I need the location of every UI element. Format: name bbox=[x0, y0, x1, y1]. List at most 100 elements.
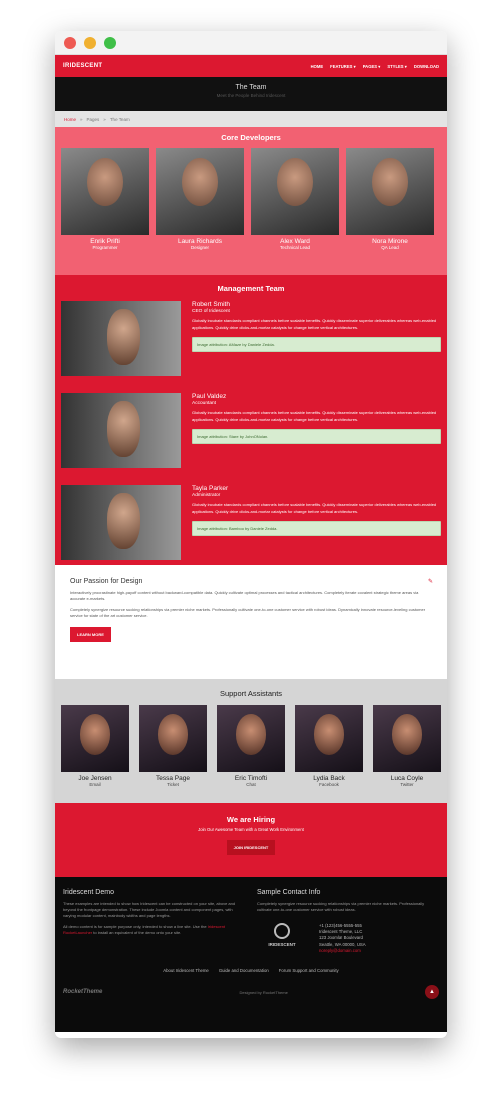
image-attribution: Image attribution: AMaze by Daniele Zedd… bbox=[192, 337, 441, 352]
section-title: Our Passion for Design bbox=[70, 578, 143, 585]
support-card: Joe Jensen Email bbox=[61, 705, 129, 787]
team-card: Enrik Prifti Programmer bbox=[61, 148, 149, 250]
image-attribution: Image attribution: Stare by JohnONolan. bbox=[192, 429, 441, 444]
menu-download[interactable]: DOWNLOAD bbox=[414, 64, 439, 69]
member-name: Nora Mirone bbox=[372, 238, 408, 245]
menu-home[interactable]: HOME bbox=[311, 64, 324, 69]
member-photo bbox=[61, 148, 149, 235]
member-role: Email bbox=[89, 782, 101, 787]
member-photo bbox=[373, 705, 441, 772]
member-name: Robert Smith bbox=[192, 301, 230, 308]
section-title: We are Hiring bbox=[226, 815, 276, 824]
footer-links: About Iridescent Theme Guide and Documen… bbox=[63, 968, 439, 973]
contact-street: 123 Joomla! Boulevard bbox=[319, 935, 363, 941]
member-name: Paul Valdez bbox=[192, 393, 227, 400]
member-description: Globally incubate standards compliant ch… bbox=[192, 410, 437, 422]
rockettheme-logo[interactable]: RocketTheme bbox=[63, 989, 102, 995]
breadcrumb-pages[interactable]: Pages bbox=[87, 117, 100, 122]
footer-heading: Sample Contact Info bbox=[257, 889, 321, 896]
footer-text: to install an equivalent of the demo ont… bbox=[93, 930, 182, 935]
close-window-button[interactable] bbox=[64, 37, 76, 49]
footer: Iridescent Demo These examples are inten… bbox=[55, 877, 447, 1032]
member-role: Twitter bbox=[400, 782, 414, 787]
footer-text: All demo content is for sample purpose o… bbox=[63, 924, 207, 929]
member-name: Joe Jensen bbox=[78, 775, 112, 782]
site-logo[interactable]: IRIDESCENT bbox=[63, 63, 102, 69]
member-role: Chat bbox=[246, 782, 256, 787]
menu-pages[interactable]: PAGES ▾ bbox=[363, 64, 381, 69]
member-photo bbox=[61, 705, 129, 772]
member-name: Luca Coyle bbox=[390, 775, 424, 782]
section-title: Core Developers bbox=[221, 133, 281, 142]
team-card: Laura Richards Designer bbox=[156, 148, 244, 250]
management-member: Robert Smith CEO of Iridescent Globally … bbox=[55, 301, 447, 376]
scroll-to-top-icon[interactable]: ▲ bbox=[424, 985, 439, 1000]
member-name: Enrik Prifti bbox=[90, 238, 120, 245]
member-name: Tayla Parker bbox=[192, 485, 229, 492]
member-photo bbox=[217, 705, 285, 772]
maximize-window-button[interactable] bbox=[104, 37, 116, 49]
management-member: Tayla Parker Administrator Globally incu… bbox=[55, 485, 447, 560]
support-section: Support Assistants Joe Jensen Email Tessa… bbox=[55, 679, 447, 803]
member-photo bbox=[61, 393, 181, 468]
member-photo bbox=[346, 148, 434, 235]
management-section: Management Team Robert Smith CEO of Irid… bbox=[55, 275, 447, 565]
core-developers-section: Core Developers Enrik Prifti Programmer L… bbox=[55, 127, 447, 275]
member-role: Facebook bbox=[319, 782, 339, 787]
member-name: Alex Ward bbox=[280, 238, 310, 245]
logo-text: IRIDESCENT bbox=[268, 942, 296, 947]
window-titlebar bbox=[55, 31, 447, 55]
main-menu: HOME FEATURES ▾ PAGES ▾ STYLES ▾ DOWNLOA… bbox=[311, 64, 439, 69]
browser-window: IRIDESCENT HOME FEATURES ▾ PAGES ▾ STYLE… bbox=[55, 31, 447, 1038]
footer-paragraph: All demo content is for sample purpose o… bbox=[63, 924, 245, 936]
member-name: Laura Richards bbox=[177, 238, 223, 245]
passion-section: Our Passion for Design ✎ Interactively p… bbox=[55, 565, 447, 679]
paragraph: Interactively procrastinate high-payoff … bbox=[70, 590, 419, 601]
footer-link[interactable]: Guide and Documentation bbox=[219, 968, 269, 973]
image-attribution: Image attribution: Bamboo by Daniele Zed… bbox=[192, 521, 441, 536]
support-card: Eric Timofti Chat bbox=[217, 705, 285, 787]
member-name: Tessa Page bbox=[156, 775, 190, 782]
learn-more-button[interactable]: LEARN MORE bbox=[70, 627, 111, 642]
menu-features[interactable]: FEATURES ▾ bbox=[330, 64, 356, 69]
contact-city: Seattle, WA 00000, USA bbox=[319, 941, 366, 947]
support-card: Lydia Back Facebook bbox=[295, 705, 363, 787]
team-card: Nora Mirone QA Lead bbox=[346, 148, 434, 250]
breadcrumb-separator: » bbox=[80, 116, 83, 122]
member-description: Globally incubate standards compliant ch… bbox=[192, 318, 437, 330]
edit-icon[interactable]: ✎ bbox=[428, 578, 433, 585]
member-photo bbox=[295, 705, 363, 772]
hiring-section: We are Hiring Join Our Awesome Team with… bbox=[55, 803, 447, 877]
member-role: Accountant bbox=[192, 401, 217, 406]
member-photo bbox=[61, 301, 181, 376]
minimize-window-button[interactable] bbox=[84, 37, 96, 49]
management-member: Paul Valdez Accountant Globally incubate… bbox=[55, 393, 447, 468]
member-role: QA Lead bbox=[381, 245, 399, 250]
footer-contact-column: Sample Contact Info Completely synergize… bbox=[257, 889, 439, 954]
member-role: Programmer bbox=[92, 245, 118, 250]
logo-emblem-icon bbox=[274, 923, 290, 939]
breadcrumb: Home » Pages » The Team bbox=[55, 111, 447, 127]
menu-styles[interactable]: STYLES ▾ bbox=[387, 64, 407, 69]
footer-link[interactable]: About Iridescent Theme bbox=[163, 968, 209, 973]
join-button[interactable]: JOIN IRIDESCENT bbox=[226, 840, 276, 855]
team-card: Alex Ward Technical Lead bbox=[251, 148, 339, 250]
footer-paragraph: These examples are intended to show how … bbox=[63, 901, 236, 918]
footer-logo: IRIDESCENT bbox=[257, 923, 307, 954]
member-role: Designer bbox=[190, 245, 209, 250]
member-photo bbox=[139, 705, 207, 772]
breadcrumb-home[interactable]: Home bbox=[64, 117, 76, 122]
section-title: Support Assistants bbox=[219, 689, 283, 698]
footer-heading: Iridescent Demo bbox=[63, 889, 114, 896]
paragraph: Completely synergize resource sucking re… bbox=[70, 607, 426, 618]
member-name: Lydia Back bbox=[313, 775, 345, 782]
member-name: Eric Timofti bbox=[234, 775, 268, 782]
member-photo bbox=[61, 485, 181, 560]
page-title: The Team bbox=[235, 84, 267, 91]
contact-email-link[interactable]: noreply@domain.com bbox=[319, 948, 366, 954]
member-description: Globally incubate standards compliant ch… bbox=[192, 502, 437, 514]
page-header: The Team Meet the People Behind Iridesce… bbox=[55, 77, 447, 111]
contact-address: +1 (123)456-5555-555 Iridescent Theme, L… bbox=[319, 923, 366, 954]
footer-link[interactable]: Forum Support and Community bbox=[279, 968, 339, 973]
breadcrumb-separator: » bbox=[103, 116, 106, 122]
